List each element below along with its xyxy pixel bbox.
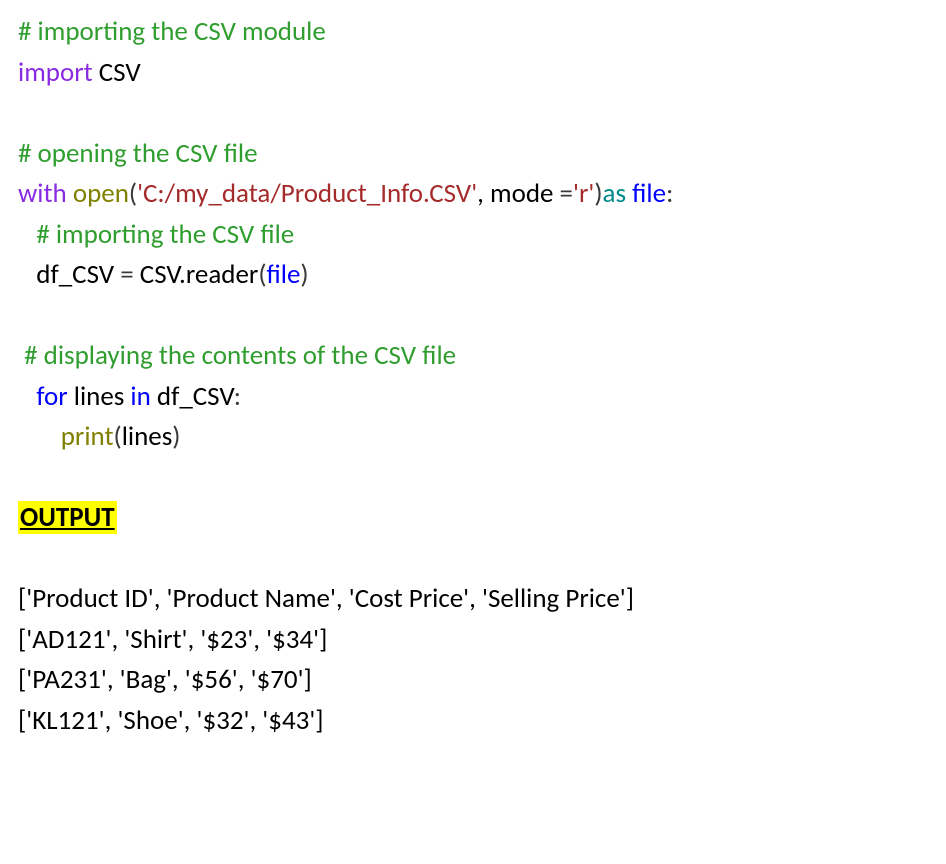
code-block: # importing the CSV module import CSV # … xyxy=(18,12,928,458)
blank-line xyxy=(18,458,928,499)
code-comment: # importing the CSV module xyxy=(18,12,928,53)
output-row: ['Product ID', 'Product Name', 'Cost Pri… xyxy=(18,579,928,620)
var-lines: lines xyxy=(68,380,131,413)
code-line: df_CSV = CSV.reader(file) xyxy=(18,255,928,296)
blank-line xyxy=(18,296,928,337)
rparen: ) xyxy=(300,258,308,291)
colon: : xyxy=(666,177,673,210)
lparen: ( xyxy=(258,258,266,291)
colon: : xyxy=(234,380,241,413)
func-open: open xyxy=(73,177,129,210)
lparen: ( xyxy=(114,420,122,453)
comment-text: # displaying the contents of the CSV fil… xyxy=(18,339,456,372)
keyword-as: as xyxy=(603,177,633,210)
var-file: file xyxy=(267,258,301,291)
code-line: with open('C:/my_data/Product_Info.CSV',… xyxy=(18,174,928,215)
output-heading: OUTPUT xyxy=(18,498,928,539)
string-r: 'r' xyxy=(573,177,594,210)
rparen: ) xyxy=(172,420,180,453)
identifier: CSV xyxy=(99,56,141,89)
code-comment: # importing the CSV file xyxy=(18,215,928,256)
assign-lhs: df_CSV xyxy=(18,258,120,291)
code-comment: # displaying the contents of the CSV fil… xyxy=(18,336,928,377)
keyword-for: for xyxy=(36,380,67,413)
code-comment: # opening the CSV file xyxy=(18,134,928,175)
output-label: OUTPUT xyxy=(18,501,117,534)
var-dfcsv: df_CSV xyxy=(151,380,234,413)
blank-line xyxy=(18,93,928,134)
keyword-in: in xyxy=(130,380,150,413)
mode-param: , mode xyxy=(477,177,559,210)
indent xyxy=(18,380,36,413)
var-file: file xyxy=(632,177,666,210)
code-line: import CSV xyxy=(18,53,928,94)
blank-line xyxy=(18,539,928,580)
rparen: ) xyxy=(594,177,602,210)
code-line: print(lines) xyxy=(18,417,928,458)
output-row: ['KL121', 'Shoe', '$32', '$43'] xyxy=(18,701,928,742)
keyword-import: import xyxy=(18,56,99,89)
output-block: ['Product ID', 'Product Name', 'Cost Pri… xyxy=(18,579,928,741)
var-lines: lines xyxy=(122,420,173,453)
code-line: for lines in df_CSV: xyxy=(18,377,928,418)
lparen: ( xyxy=(129,177,137,210)
comment-text: # opening the CSV file xyxy=(18,137,258,170)
output-row: ['PA231', 'Bag', '$56', '$70'] xyxy=(18,660,928,701)
keyword-with: with xyxy=(18,177,67,210)
func-print: print xyxy=(61,420,114,453)
indent xyxy=(18,420,61,453)
csv-reader: CSV.reader xyxy=(140,258,259,291)
comment-text: # importing the CSV module xyxy=(18,15,326,48)
output-row: ['AD121', 'Shirt', '$23', '$34'] xyxy=(18,620,928,661)
comment-text: # importing the CSV file xyxy=(18,218,294,251)
equals: = xyxy=(120,258,140,291)
equals: = xyxy=(560,177,573,210)
string-path: 'C:/my_data/Product_Info.CSV' xyxy=(137,177,477,210)
